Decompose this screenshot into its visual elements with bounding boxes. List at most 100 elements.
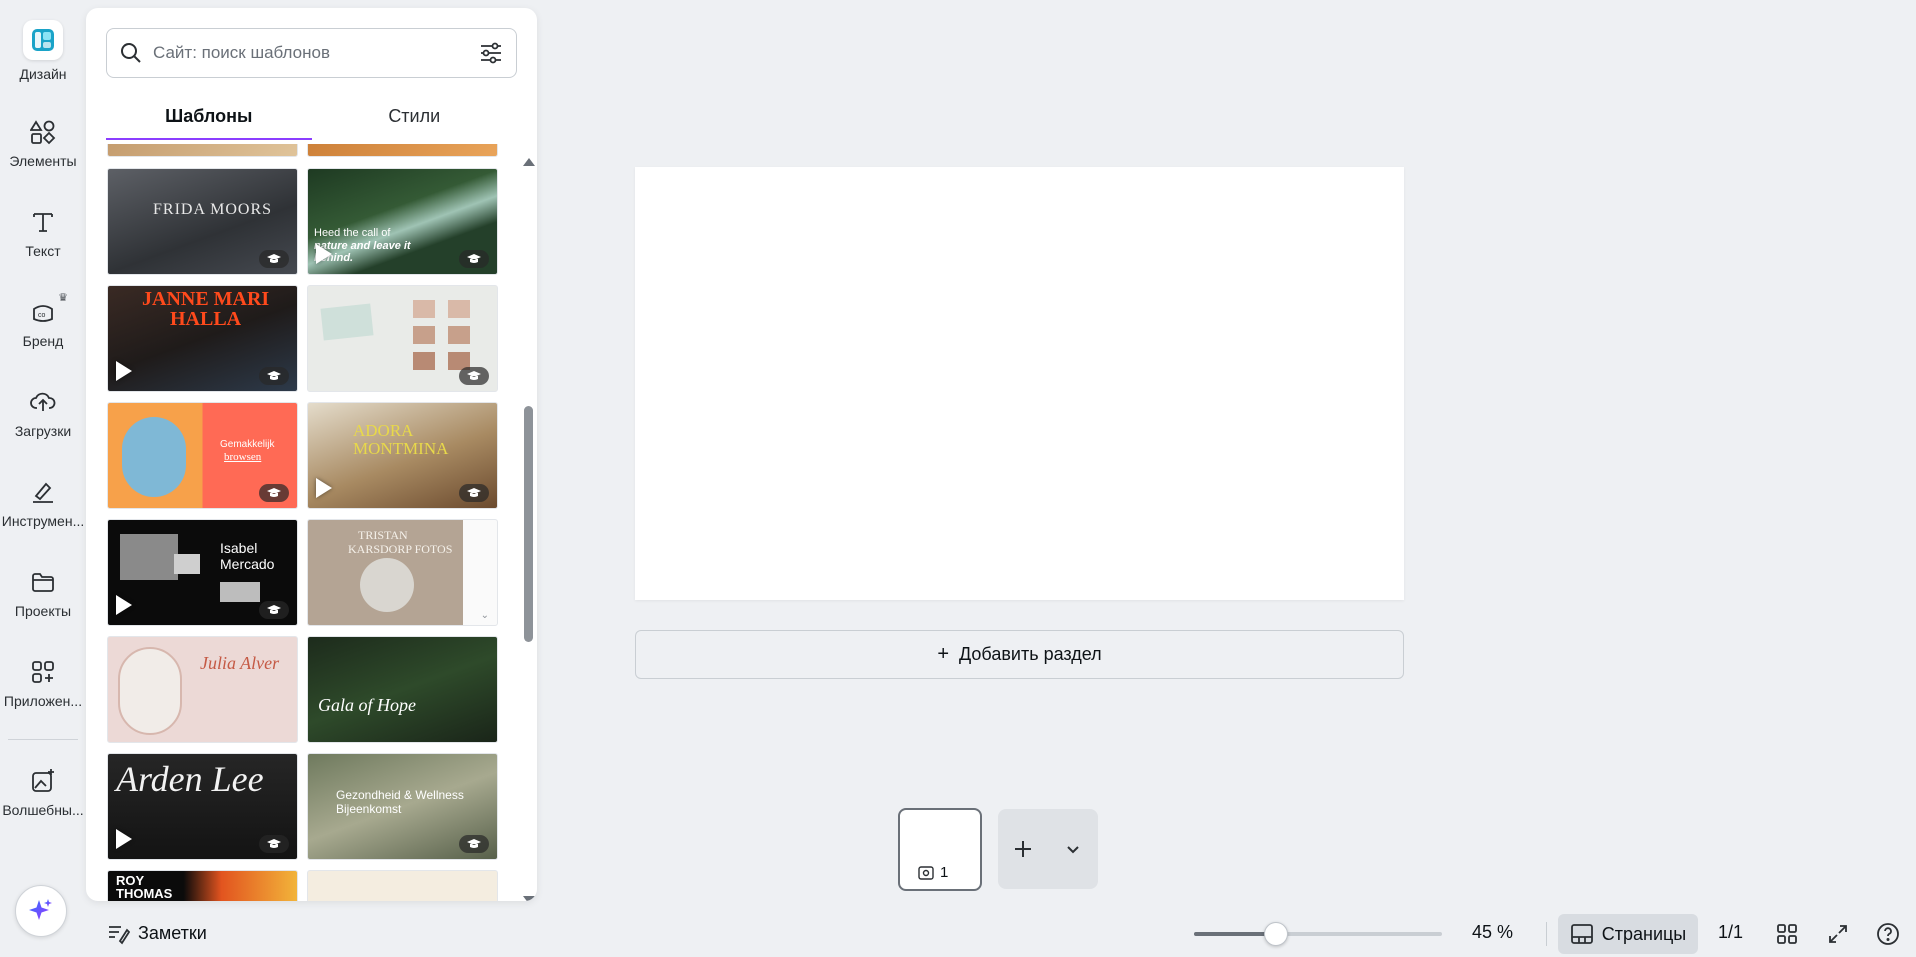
template-title: Arden Lee (116, 759, 264, 799)
fullscreen-button[interactable] (1824, 920, 1852, 948)
template-graphic (120, 534, 178, 580)
graduation-cap-icon (467, 839, 481, 848)
filter-settings-icon[interactable] (478, 40, 504, 66)
rail-item-text[interactable]: Текст (0, 207, 86, 259)
template-card[interactable]: ROY THOMAS (107, 870, 298, 901)
template-title: Gala of Hope (318, 695, 416, 715)
plus-icon: + (937, 643, 950, 665)
help-icon (1877, 923, 1899, 945)
zoom-value: 45 % (1472, 922, 1514, 942)
template-card[interactable]: Gala of Hope (307, 636, 498, 743)
search-input[interactable] (153, 43, 478, 63)
notes-label: Заметки (138, 922, 207, 943)
page-thumbnail[interactable]: 1 (898, 808, 982, 891)
panel-scrollbar[interactable] (522, 148, 535, 901)
rail-label: Текст (25, 243, 61, 259)
template-card[interactable] (107, 144, 298, 157)
template-card[interactable]: JANNE MARI HALLA (107, 285, 298, 392)
play-icon (316, 478, 332, 498)
template-grid: FRIDA MOORS Heed the call of nature and … (106, 144, 504, 901)
template-card[interactable] (307, 144, 498, 157)
graduation-cap-icon (267, 488, 281, 497)
page-count: 1/1 (1718, 922, 1744, 942)
template-title: Isabel (220, 540, 258, 556)
grid-view-icon (1777, 924, 1797, 944)
notes-icon (109, 926, 130, 945)
notes-button[interactable]: Заметки (106, 921, 207, 945)
rail-item-uploads[interactable]: Загрузки (0, 387, 86, 439)
add-page-group (998, 809, 1098, 889)
template-card[interactable]: Isabel Mercado (107, 519, 298, 626)
template-card[interactable]: FRIDA MOORS (107, 168, 298, 275)
svg-text:co: co (38, 312, 46, 319)
template-card[interactable]: Heed the call of nature and leave it beh… (307, 168, 498, 275)
rail-label: Дизайн (19, 66, 67, 82)
template-card[interactable] (307, 285, 498, 392)
course-badge (459, 250, 489, 268)
template-title: TRISTAN (358, 528, 408, 542)
brand-icon: co ♛ (28, 292, 68, 327)
rail-item-apps[interactable]: Приложен... (0, 657, 86, 709)
template-title: FRIDA MOORS (153, 201, 273, 218)
scroll-thumb[interactable] (524, 406, 533, 642)
search-icon (121, 43, 141, 63)
help-button[interactable] (1874, 920, 1902, 948)
rail-item-elements[interactable]: Элементы (0, 117, 86, 169)
template-graphic (448, 300, 470, 318)
pages-button[interactable]: Страницы (1558, 914, 1698, 954)
rail-item-projects[interactable]: Проекты (0, 567, 86, 619)
rail-item-magic[interactable]: Волшебны... (0, 766, 86, 818)
template-graphic (220, 582, 260, 602)
tab-styles[interactable]: Стили (312, 96, 518, 140)
template-card[interactable]: Gemakkelijk browsen (107, 402, 298, 509)
template-graphic (174, 554, 200, 574)
template-card[interactable]: Julia Alver (107, 636, 298, 743)
template-title: Gezondheid & Wellness (336, 788, 464, 802)
zoom-slider[interactable] (1194, 922, 1442, 946)
panel-tabs: Шаблоны Стили (106, 96, 517, 140)
scroll-up-icon[interactable] (523, 158, 535, 166)
toolbar-divider (1546, 922, 1547, 946)
folder-icon (28, 567, 58, 597)
graduation-cap-icon (267, 371, 281, 380)
apps-grid-icon (28, 657, 58, 687)
course-badge (259, 835, 289, 853)
add-section-button[interactable]: + Добавить раздел (635, 630, 1404, 679)
add-page-button[interactable] (998, 809, 1048, 889)
rail-item-tools[interactable]: Инструмен... (0, 477, 86, 529)
template-card[interactable] (307, 870, 498, 901)
rail-item-brand[interactable]: co ♛ Бренд (0, 292, 86, 349)
graduation-cap-icon (267, 254, 281, 263)
play-icon (116, 829, 132, 849)
magic-assistant-button[interactable] (15, 885, 67, 937)
template-card[interactable]: TRISTAN KARSDORP FOTOS ⌄ (307, 519, 498, 626)
left-rail: Дизайн Элементы Текст co ♛ Бренд Загрузк… (0, 0, 86, 957)
graduation-cap-icon (467, 254, 481, 263)
pages-layout-icon (1570, 924, 1593, 944)
add-page-options-button[interactable] (1048, 809, 1098, 889)
template-subtitle: HALLA (170, 308, 242, 330)
sparkle-icon (29, 899, 52, 920)
tab-templates[interactable]: Шаблоны (106, 96, 312, 140)
design-page-canvas[interactable] (635, 167, 1404, 600)
rail-label: Приложен... (3, 693, 83, 709)
elements-icon (28, 117, 58, 147)
zoom-slider-handle[interactable] (1263, 922, 1288, 946)
course-badge (459, 484, 489, 502)
template-card[interactable]: ADORA MONTMINA (307, 402, 498, 509)
rail-label: Бренд (22, 333, 64, 349)
search-box (106, 28, 517, 78)
play-icon (116, 595, 132, 615)
course-badge (259, 601, 289, 619)
rail-item-design[interactable]: Дизайн (0, 20, 86, 82)
template-card[interactable]: Arden Lee (107, 753, 298, 860)
template-subtitle: KARSDORP FOTOS (348, 542, 453, 556)
graduation-cap-icon (267, 605, 281, 614)
scroll-down-icon[interactable] (523, 896, 535, 901)
template-card[interactable]: Gezondheid & Wellness Bijeenkomst (307, 753, 498, 860)
template-title: Gemakkelijk (220, 439, 275, 450)
fullscreen-icon (1829, 925, 1847, 943)
grid-view-button[interactable] (1773, 920, 1801, 948)
page-number: 1 (918, 864, 948, 881)
rail-label: Элементы (9, 153, 77, 169)
